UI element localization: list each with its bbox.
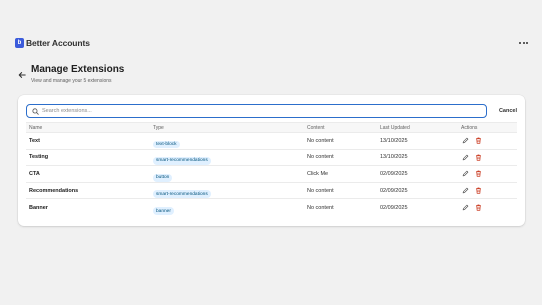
page-title: Manage Extensions: [31, 64, 125, 75]
row-actions: [462, 204, 482, 211]
app-logo: b: [15, 38, 24, 48]
search-row: Cancel: [26, 104, 517, 118]
table-row[interactable]: CTA button Click Me 02/09/2025: [26, 166, 517, 183]
search-box[interactable]: [26, 104, 487, 118]
extension-name: Banner: [29, 204, 48, 211]
cancel-button[interactable]: Cancel: [499, 106, 517, 116]
extension-content: No content: [307, 204, 334, 211]
table-row[interactable]: Testing smart-recommendations No content…: [26, 150, 517, 167]
row-actions: [462, 154, 482, 161]
row-actions: [462, 170, 482, 178]
pencil-icon[interactable]: [462, 170, 469, 177]
header-content: Content: [307, 124, 325, 131]
header-type: Type: [153, 124, 164, 131]
trash-icon[interactable]: [475, 154, 482, 161]
extension-content: No content: [307, 187, 334, 194]
extensions-table: Name Type Content Last Updated Actions T…: [26, 122, 517, 216]
row-actions: [462, 187, 482, 194]
back-button[interactable]: [18, 66, 28, 78]
more-actions-button[interactable]: [517, 40, 530, 46]
header-actions: Actions: [461, 124, 478, 131]
extension-name: Testing: [29, 154, 49, 161]
page-subtitle: View and manage your 5 extensions: [31, 78, 112, 84]
extension-content: No content: [307, 137, 334, 144]
header-name: Name: [29, 124, 43, 131]
extension-updated: 02/09/2025: [380, 170, 408, 177]
type-badge: banner: [153, 207, 174, 216]
row-actions: [462, 137, 482, 144]
app-title: Better Accounts: [26, 38, 90, 48]
type-badge: button: [153, 173, 173, 182]
extension-name: CTA: [29, 170, 40, 177]
arrow-left-icon: [18, 72, 26, 78]
extension-updated: 13/10/2025: [380, 154, 408, 161]
table-header: Name Type Content Last Updated Actions: [26, 122, 517, 133]
pencil-icon[interactable]: [462, 187, 469, 194]
trash-icon[interactable]: [475, 137, 482, 144]
table-row[interactable]: Banner banner No content 02/09/2025: [26, 199, 517, 216]
extension-name: Recommendations: [29, 187, 79, 194]
table-row[interactable]: Recommendations smart-recommendations No…: [26, 183, 517, 200]
search-icon: [32, 107, 39, 115]
ellipsis-icon: [519, 42, 521, 44]
pencil-icon[interactable]: [462, 204, 469, 211]
header-last-updated: Last Updated: [380, 124, 410, 131]
trash-icon[interactable]: [475, 170, 482, 178]
pencil-icon[interactable]: [462, 154, 469, 161]
trash-icon[interactable]: [475, 187, 482, 194]
table-row[interactable]: Text text-block No content 13/10/2025: [26, 133, 517, 150]
type-badge: smart-recommendations: [153, 190, 211, 199]
extension-content: No content: [307, 154, 334, 161]
type-badge: smart-recommendations: [153, 157, 211, 166]
extension-updated: 02/09/2025: [380, 204, 408, 211]
pencil-icon[interactable]: [462, 137, 469, 144]
trash-icon[interactable]: [475, 204, 482, 211]
extension-name: Text: [29, 137, 40, 144]
app-header: b Better Accounts: [15, 36, 530, 50]
type-badge: text-block: [153, 140, 180, 149]
extension-updated: 13/10/2025: [380, 137, 408, 144]
search-input[interactable]: [42, 106, 486, 116]
extension-updated: 02/09/2025: [380, 187, 408, 194]
extension-content: Click Me: [307, 170, 329, 177]
extensions-card: Cancel Name Type Content Last Updated Ac…: [18, 95, 525, 226]
